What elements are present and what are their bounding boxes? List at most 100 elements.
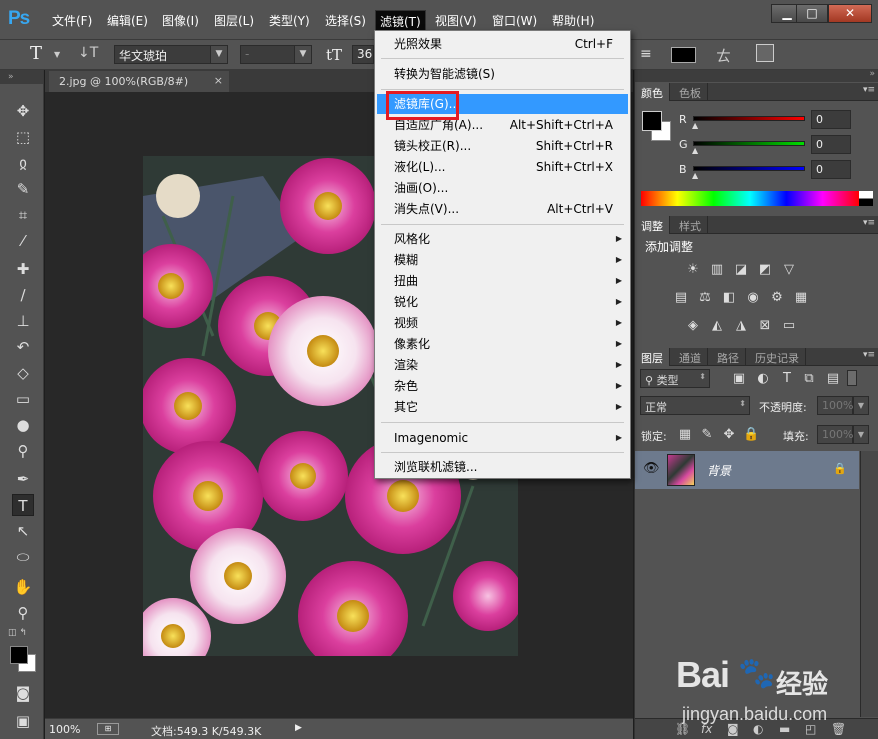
opacity-input[interactable]: 100% bbox=[817, 396, 853, 415]
character-panel-icon[interactable] bbox=[756, 44, 774, 62]
maximize-button[interactable]: □ bbox=[796, 4, 828, 23]
quick-select-tool-icon[interactable]: ✎ bbox=[12, 178, 34, 200]
fill-input[interactable]: 100% bbox=[817, 425, 853, 444]
filter-pixel-icon[interactable]: ▣ bbox=[731, 371, 747, 387]
photo-filter-icon[interactable]: ◉ bbox=[745, 290, 761, 306]
filter-shape-icon[interactable]: ⧉ bbox=[801, 371, 817, 387]
menu-help[interactable]: 帮助(H) bbox=[552, 12, 594, 29]
tab-paths[interactable]: 路径 bbox=[711, 348, 746, 366]
zoom-level[interactable]: 100% bbox=[49, 723, 80, 736]
layer-row-background[interactable]: 👁 背景 🔒 bbox=[635, 451, 859, 489]
menu-select[interactable]: 选择(S) bbox=[325, 12, 366, 29]
font-size-input[interactable]: 36 bbox=[352, 45, 374, 64]
invert-icon[interactable]: ◈ bbox=[685, 318, 701, 334]
panel-menu-icon[interactable]: ▾≡ bbox=[863, 218, 875, 228]
status-menu-icon[interactable]: ▶ bbox=[295, 723, 302, 733]
menu-item-vanishing-point[interactable]: 消失点(V)... Alt+Ctrl+V bbox=[375, 199, 630, 219]
tab-layers[interactable]: 图层 bbox=[635, 348, 670, 366]
menu-item-pixelate[interactable]: 像素化 ▶ bbox=[375, 334, 630, 354]
menu-edit[interactable]: 编辑(E) bbox=[107, 12, 148, 29]
lock-transparent-icon[interactable]: ▦ bbox=[677, 427, 693, 443]
crop-tool-icon[interactable]: ⌗ bbox=[12, 204, 34, 226]
gradient-map-icon[interactable]: ▭ bbox=[781, 318, 797, 334]
dodge-tool-icon[interactable]: ⚲ bbox=[12, 440, 34, 462]
move-tool-icon[interactable]: ✥ bbox=[12, 100, 34, 122]
path-select-tool-icon[interactable]: ↖ bbox=[12, 520, 34, 542]
visibility-eye-icon[interactable]: 👁 bbox=[643, 461, 660, 476]
panels-collapse-icon[interactable]: » bbox=[635, 69, 878, 82]
green-value-input[interactable]: 0 bbox=[811, 135, 851, 154]
quick-mask-icon[interactable]: ◙ bbox=[12, 682, 34, 704]
font-style-select[interactable]: - ▼ bbox=[240, 45, 312, 64]
gradient-tool-icon[interactable]: ▭ bbox=[12, 388, 34, 410]
blur-tool-icon[interactable]: ● bbox=[12, 414, 34, 436]
red-value-input[interactable]: 0 bbox=[811, 110, 851, 129]
filter-adjustment-icon[interactable]: ◐ bbox=[755, 371, 771, 387]
slider-thumb-icon[interactable]: ▲ bbox=[692, 146, 698, 155]
filter-toggle[interactable] bbox=[847, 370, 857, 386]
layer-filter-select[interactable]: ⚲ 类型 ⬍ bbox=[640, 369, 710, 388]
tools-collapse-icon[interactable]: » bbox=[0, 70, 43, 84]
marquee-tool-icon[interactable]: ⬚ bbox=[12, 126, 34, 148]
levels-icon[interactable]: ▥ bbox=[709, 262, 725, 278]
lock-position-icon[interactable]: ✥ bbox=[721, 427, 737, 443]
brightness-icon[interactable]: ☀ bbox=[685, 262, 701, 278]
brush-tool-icon[interactable]: ∕ bbox=[12, 284, 34, 306]
lasso-tool-icon[interactable]: ჲ bbox=[12, 152, 34, 174]
zoom-tool-icon[interactable]: ⚲ bbox=[12, 602, 34, 624]
stamp-tool-icon[interactable]: ⊥ bbox=[12, 310, 34, 332]
menu-item-imagenomic[interactable]: Imagenomic ▶ bbox=[375, 428, 630, 448]
menu-type[interactable]: 类型(Y) bbox=[269, 12, 310, 29]
history-brush-tool-icon[interactable]: ↶ bbox=[12, 336, 34, 358]
lock-all-icon[interactable]: 🔒 bbox=[743, 427, 759, 443]
close-icon[interactable]: × bbox=[214, 74, 223, 87]
tab-adjustments[interactable]: 调整 bbox=[635, 216, 670, 234]
warp-text-icon[interactable]: ㄊ bbox=[716, 45, 731, 66]
threshold-icon[interactable]: ◮ bbox=[733, 318, 749, 334]
channel-mixer-icon[interactable]: ⚙ bbox=[769, 290, 785, 306]
tab-swatches[interactable]: 色板 bbox=[673, 83, 708, 101]
type-tool-preset-icon[interactable]: T bbox=[30, 43, 42, 64]
healing-brush-tool-icon[interactable]: ✚ bbox=[12, 258, 34, 280]
preset-arrow-icon[interactable]: ▼ bbox=[54, 50, 60, 59]
text-orientation-icon[interactable]: ↓T bbox=[78, 45, 98, 61]
menu-item-render[interactable]: 渲染 ▶ bbox=[375, 355, 630, 375]
menu-image[interactable]: 图像(I) bbox=[162, 12, 199, 29]
blend-mode-select[interactable]: 正常 ⬍ bbox=[640, 396, 750, 415]
text-color-swatch[interactable] bbox=[671, 47, 696, 63]
tab-history[interactable]: 历史记录 bbox=[749, 348, 806, 366]
slider-thumb-icon[interactable]: ▲ bbox=[692, 171, 698, 180]
document-info[interactable]: 文档:549.3 K/549.3K bbox=[151, 723, 261, 739]
panel-menu-icon[interactable]: ▾≡ bbox=[863, 350, 875, 360]
hand-tool-icon[interactable]: ✋ bbox=[12, 576, 34, 598]
ellipse-tool-icon[interactable]: ⬭ bbox=[12, 546, 34, 568]
eyedropper-tool-icon[interactable]: ⁄ bbox=[12, 230, 34, 252]
document-tab[interactable]: 2.jpg @ 100%(RGB/8#) × bbox=[49, 71, 229, 92]
menu-view[interactable]: 视图(V) bbox=[435, 12, 477, 29]
menu-window[interactable]: 窗口(W) bbox=[492, 12, 537, 29]
exposure-icon[interactable]: ◩ bbox=[757, 262, 773, 278]
menu-item-stylize[interactable]: 风格化 ▶ bbox=[375, 229, 630, 249]
blue-slider[interactable] bbox=[693, 166, 805, 171]
menu-item-lighting-effects[interactable]: 光照效果 Ctrl+F bbox=[375, 34, 630, 54]
tab-channels[interactable]: 通道 bbox=[673, 348, 708, 366]
selective-color-icon[interactable]: ⊠ bbox=[757, 318, 773, 334]
menu-item-oil-paint[interactable]: 油画(O)... bbox=[375, 178, 630, 198]
menu-item-noise[interactable]: 杂色 ▶ bbox=[375, 376, 630, 396]
green-slider[interactable] bbox=[693, 141, 805, 146]
menu-item-video[interactable]: 视频 ▶ bbox=[375, 313, 630, 333]
color-lookup-icon[interactable]: ▦ bbox=[793, 290, 809, 306]
red-slider[interactable] bbox=[693, 116, 805, 121]
menu-file[interactable]: 文件(F) bbox=[52, 12, 92, 29]
filter-type-icon[interactable]: T bbox=[779, 371, 795, 387]
color-spectrum[interactable] bbox=[641, 191, 873, 206]
default-colors-icon[interactable]: ◫ ↰ bbox=[8, 628, 27, 638]
panel-menu-icon[interactable]: ▾≡ bbox=[863, 85, 875, 95]
align-right-icon[interactable]: ≡ bbox=[640, 46, 652, 62]
curves-icon[interactable]: ◪ bbox=[733, 262, 749, 278]
font-family-select[interactable]: 华文琥珀 ▼ bbox=[114, 45, 228, 64]
blue-value-input[interactable]: 0 bbox=[811, 160, 851, 179]
menu-item-sharpen[interactable]: 锐化 ▶ bbox=[375, 292, 630, 312]
screen-mode-icon[interactable]: ▣ bbox=[12, 710, 34, 732]
slider-thumb-icon[interactable]: ▲ bbox=[692, 121, 698, 130]
